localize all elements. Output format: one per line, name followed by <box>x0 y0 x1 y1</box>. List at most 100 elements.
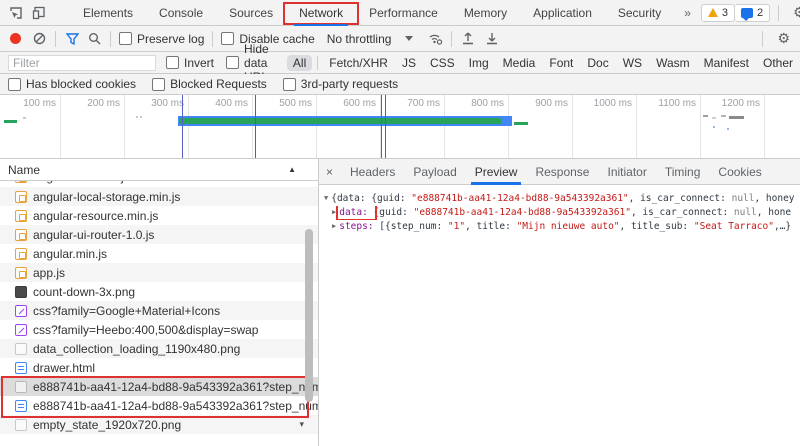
invert-checkbox[interactable]: Invert <box>166 56 214 70</box>
panel-tabbar: Elements Console Sources Network Performance… <box>0 0 800 26</box>
issues-badge[interactable]: 2 <box>735 3 771 22</box>
tab-performance[interactable]: Performance <box>356 0 451 26</box>
type-filter-css[interactable]: CSS <box>424 55 461 71</box>
js-file-icon <box>15 247 27 260</box>
details-tab-payload[interactable]: Payload <box>404 159 465 185</box>
details-tab-initiator[interactable]: Initiator <box>598 159 655 185</box>
overview-load-event-line-2 <box>385 95 386 158</box>
scroll-down-indicator-icon[interactable]: ▾ <box>299 419 304 430</box>
network-settings-gear-icon[interactable]: ⚙ <box>771 30 796 47</box>
preview-line-2[interactable]: ▶ data: {guid: "e888741b-aa41-12a4-bd88-9… <box>324 206 800 220</box>
tab-sources[interactable]: Sources <box>216 0 286 26</box>
overview-gridline <box>60 95 61 158</box>
request-row[interactable]: e888741b-aa41-12a4-bd88-9a543392a361?ste… <box>0 377 318 396</box>
search-icon[interactable] <box>86 31 102 47</box>
resource-type-filters: All Fetch/XHR JS CSS Img Media Font Doc WS Wasm Ma… <box>286 54 800 71</box>
import-har-icon[interactable] <box>460 31 476 47</box>
type-filter-img[interactable]: Img <box>463 55 495 71</box>
type-filter-font[interactable]: Font <box>543 55 579 71</box>
overview-gridline <box>252 95 253 158</box>
request-table-header[interactable]: Name ▲ <box>0 159 318 181</box>
blocked-requests-checkbox[interactable]: Blocked Requests <box>152 77 267 91</box>
request-row[interactable]: empty_state_1920x720.png <box>0 415 318 434</box>
checkbox-unchecked[interactable] <box>8 77 21 91</box>
checkbox-unchecked[interactable] <box>282 77 296 91</box>
tab-console[interactable]: Console <box>146 0 216 26</box>
request-row[interactable]: css?family=Google+Material+Icons <box>0 301 318 320</box>
preserve-log-checkbox[interactable]: Preserve log <box>119 32 204 46</box>
third-party-requests-label: 3rd-party requests <box>300 77 399 91</box>
request-row[interactable]: angular-resource.min.js <box>0 206 318 225</box>
type-filter-manifest[interactable]: Manifest <box>698 55 755 71</box>
advanced-filter-bar: Has blocked cookies Blocked Requests 3rd… <box>0 74 800 95</box>
css-file-icon <box>15 304 27 317</box>
overview-tick-label: 500 ms <box>279 98 312 109</box>
type-filter-other[interactable]: Other <box>757 55 799 71</box>
throttling-dropdown[interactable]: No throttling <box>327 32 414 46</box>
json-segment: , is_car_connect: <box>630 207 734 218</box>
details-tab-timing[interactable]: Timing <box>656 159 710 185</box>
name-column-header[interactable]: Name <box>8 163 40 177</box>
settings-gear-icon[interactable]: ⚙ <box>787 4 800 21</box>
details-tab-headers[interactable]: Headers <box>341 159 404 185</box>
checkbox-unchecked[interactable] <box>166 56 179 69</box>
network-conditions-icon[interactable] <box>427 31 443 47</box>
tab-memory[interactable]: Memory <box>451 0 520 26</box>
checkbox-unchecked[interactable] <box>152 77 166 91</box>
details-tab-response[interactable]: Response <box>526 159 598 185</box>
clear-network-log-icon[interactable] <box>31 31 47 47</box>
request-row[interactable]: app.js <box>0 263 318 282</box>
export-har-icon[interactable] <box>484 31 500 47</box>
request-row[interactable]: css?family=Heebo:400,500&display=swap <box>0 320 318 339</box>
type-filter-media[interactable]: Media <box>497 55 542 71</box>
request-row[interactable]: count-down-3x.png <box>0 282 318 301</box>
type-filter-wasm[interactable]: Wasm <box>650 55 696 71</box>
request-name: data_collection_loading_1190x480.png <box>33 341 241 356</box>
type-filter-js[interactable]: JS <box>396 55 422 71</box>
warnings-badge[interactable]: 3 <box>700 3 736 22</box>
request-row[interactable]: data_collection_loading_1190x480.png <box>0 339 318 358</box>
details-tab-preview[interactable]: Preview <box>466 159 527 185</box>
record-network-log-button[interactable] <box>10 33 21 44</box>
close-details-icon[interactable]: × <box>319 165 341 179</box>
type-filter-doc[interactable]: Doc <box>581 55 614 71</box>
preview-line-3[interactable]: ▶ steps: [{step_num: "1", title: "Mijn ni… <box>324 220 800 234</box>
request-row[interactable]: angular-ui-router-1.0.js <box>0 225 318 244</box>
divider <box>212 30 214 47</box>
json-segment: , title: <box>465 221 517 232</box>
scrollbar-thumb[interactable] <box>305 229 313 402</box>
request-row[interactable]: drawer.html <box>0 358 318 377</box>
expand-arrow-icon[interactable]: ▶ <box>332 206 339 219</box>
tab-elements[interactable]: Elements <box>70 0 146 26</box>
type-filter-fetch-xhr[interactable]: Fetch/XHR <box>323 55 394 71</box>
preview-line-1[interactable]: ▼ {data: {guid: "e888741b-aa41-12a4-bd88-… <box>324 192 800 206</box>
checkbox-unchecked[interactable] <box>226 56 240 69</box>
tab-application[interactable]: Application <box>520 0 605 26</box>
third-party-requests-checkbox[interactable]: 3rd-party requests <box>282 77 399 91</box>
filter-funnel-icon[interactable] <box>64 31 80 47</box>
request-row[interactable]: e888741b-aa41-12a4-bd88-9a543392a361?ste… <box>0 396 318 415</box>
network-overview-timeline[interactable]: 100 ms 200 ms 300 ms 400 ms 500 ms 600 ms 700 … <box>0 95 800 159</box>
type-filter-all[interactable]: All <box>286 54 313 71</box>
request-row[interactable]: angular.min.js <box>0 244 318 263</box>
request-list-scrollbar[interactable] <box>305 183 316 442</box>
checkbox-unchecked[interactable] <box>119 32 132 45</box>
type-filter-ws[interactable]: WS <box>617 55 648 71</box>
overview-tick-label: 300 ms <box>151 98 184 109</box>
more-tabs-chevron-icon[interactable]: » <box>674 0 701 26</box>
request-name: css?family=Heebo:400,500&display=swap <box>33 322 259 337</box>
expand-arrow-icon[interactable]: ▼ <box>324 192 331 205</box>
expand-arrow-icon[interactable]: ▶ <box>332 220 339 233</box>
tab-security[interactable]: Security <box>605 0 674 26</box>
filter-input[interactable] <box>8 54 156 71</box>
inspect-element-icon[interactable] <box>9 5 23 21</box>
details-tab-cookies[interactable]: Cookies <box>709 159 770 185</box>
overview-dash-late-3 <box>721 115 726 117</box>
json-segment: , title_sub: <box>619 221 694 232</box>
json-segment: "e888741b-aa41-12a4-bd88-9a543392a361" <box>411 193 629 204</box>
tab-network[interactable]: Network <box>283 0 360 26</box>
has-blocked-cookies-checkbox[interactable]: Has blocked cookies <box>8 77 136 91</box>
device-toolbar-icon[interactable] <box>32 5 46 21</box>
sort-ascending-icon: ▲ <box>288 165 296 174</box>
request-row[interactable]: angular-local-storage.min.js <box>0 187 318 206</box>
